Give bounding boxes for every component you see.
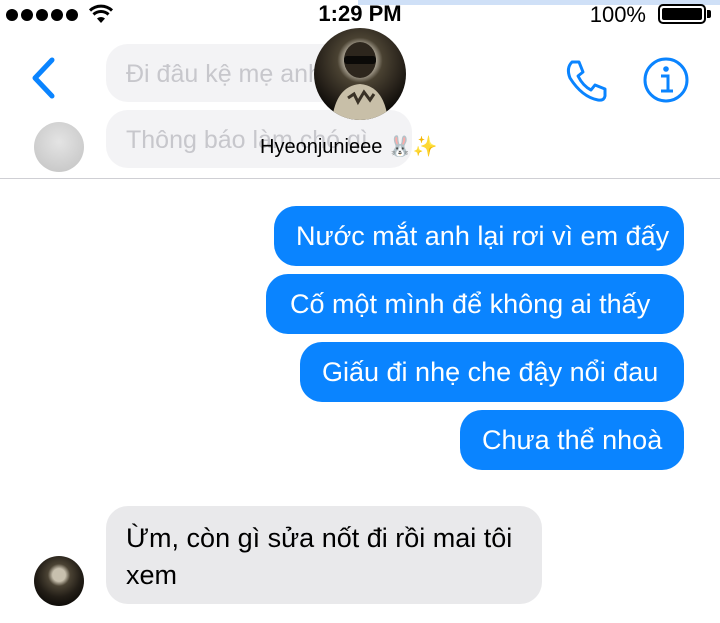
outgoing-message[interactable]: Nước mắt anh lại rơi vì em đấy bbox=[274, 206, 684, 266]
outgoing-message[interactable]: Giấu đi nhẹ che đậy nổi đau bbox=[300, 342, 684, 402]
header-divider bbox=[0, 178, 720, 179]
status-bar: 1:29 PM 100% bbox=[0, 0, 720, 28]
incoming-message[interactable]: Ừm, còn gì sửa nốt đi rồi mai tôi xem bbox=[106, 506, 542, 604]
battery-icon bbox=[658, 4, 706, 24]
outgoing-message[interactable]: Chưa thể nhoà bbox=[460, 410, 684, 470]
battery-tip bbox=[707, 10, 711, 18]
contact-name[interactable]: Hyeonjunieee 🐰✨ bbox=[260, 134, 438, 159]
contact-avatar[interactable] bbox=[314, 28, 406, 120]
battery-percentage: 100% bbox=[589, 2, 646, 27]
outgoing-message[interactable]: Cố một mình để không ai thấy bbox=[266, 274, 684, 334]
chevron-left-icon[interactable] bbox=[28, 56, 58, 100]
info-icon[interactable] bbox=[642, 56, 690, 104]
background-avatar bbox=[34, 122, 84, 172]
background-message-preview: Đi đâu kệ mẹ anh bbox=[106, 44, 346, 102]
sender-avatar[interactable] bbox=[34, 556, 84, 606]
phone-icon[interactable] bbox=[562, 56, 610, 104]
